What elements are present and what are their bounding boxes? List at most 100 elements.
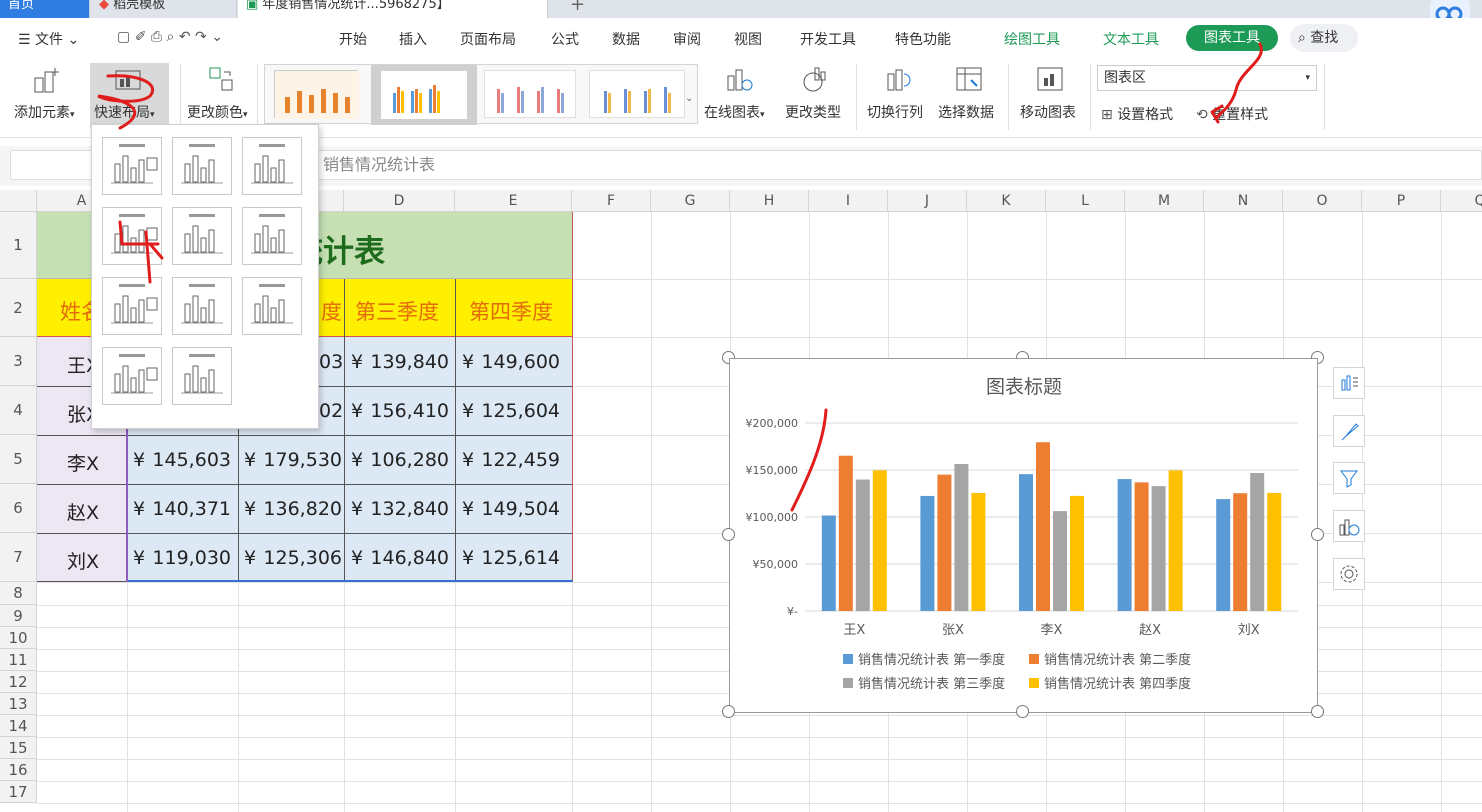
value-cell[interactable]: 139,840 (369, 351, 449, 373)
value-cell[interactable]: 145,603 (151, 449, 231, 471)
menu-formula[interactable]: 公式 (551, 29, 579, 49)
change-type-button[interactable]: 更改类型 (785, 102, 841, 122)
row-header-8[interactable]: 8 (0, 582, 37, 605)
undo-icon[interactable]: ↶ (179, 29, 191, 45)
gallery-more-icon[interactable]: ⌄ (685, 93, 693, 104)
select-all-corner[interactable] (0, 190, 37, 212)
online-chart-side-button[interactable] (1333, 510, 1365, 542)
chart-title[interactable]: 图表标题 (986, 376, 1062, 398)
print-icon[interactable]: ⎙ (151, 29, 162, 45)
add-element-button[interactable]: 添加元素▾ (14, 102, 75, 122)
value-cell[interactable]: 149,600 (480, 351, 560, 373)
header-q2-cell[interactable]: 度 (321, 296, 342, 326)
quick-layout-dropdown[interactable] (91, 124, 319, 429)
bar[interactable] (1019, 474, 1033, 611)
layout-option-3[interactable] (242, 137, 302, 195)
print-preview-icon[interactable]: ⌕ (167, 29, 175, 45)
quick-access-icons[interactable]: ▢ ✐ ⎙ ⌕ ↶ ↷ ⌄ (117, 29, 223, 45)
row-header-16[interactable]: 16 (0, 759, 37, 781)
bar[interactable] (872, 470, 887, 611)
header-q4-cell[interactable]: 第四季度 (469, 296, 553, 326)
column-header-q[interactable]: Q (1441, 190, 1482, 212)
legend-entry[interactable]: 销售情况统计表 第四季度 (1044, 676, 1191, 692)
menu-insert[interactable]: 插入 (399, 29, 427, 49)
row-header-5[interactable]: 5 (0, 435, 37, 484)
column-header-g[interactable]: G (651, 190, 730, 212)
row-header-12[interactable]: 12 (0, 671, 37, 693)
column-header-d[interactable]: D (344, 190, 455, 212)
bar[interactable] (1233, 493, 1248, 611)
value-cell[interactable]: 122,459 (480, 449, 560, 471)
menu-data[interactable]: 数据 (612, 29, 640, 49)
bar[interactable] (1053, 511, 1067, 611)
column-header-h[interactable]: H (730, 190, 809, 212)
search-box[interactable]: ⌕ 查找 (1290, 24, 1358, 52)
column-header-j[interactable]: J (888, 190, 967, 212)
tab-docer[interactable]: ◆ 稻壳模板 (91, 0, 237, 18)
column-header-m[interactable]: M (1125, 190, 1204, 212)
row-header-13[interactable]: 13 (0, 693, 37, 715)
row-header-6[interactable]: 6 (0, 484, 37, 533)
layout-option-8[interactable] (172, 277, 232, 335)
row-header-17[interactable]: 17 (0, 781, 37, 803)
save-icon[interactable]: ▢ (117, 29, 130, 45)
column-header-l[interactable]: L (1046, 190, 1125, 212)
row-header-3[interactable]: 3 (0, 337, 37, 386)
chart-style-2[interactable] (371, 65, 477, 125)
layout-option-10[interactable] (102, 347, 162, 405)
row-header-15[interactable]: 15 (0, 737, 37, 759)
value-cell[interactable]: 106,280 (369, 449, 449, 471)
value-cell[interactable]: 125,614 (480, 547, 560, 569)
new-tab-icon[interactable]: + (570, 0, 585, 15)
switch-row-col-button[interactable]: 切换行列 (867, 102, 923, 122)
bar[interactable] (1070, 495, 1084, 611)
menu-view[interactable]: 视图 (734, 29, 762, 49)
value-cell[interactable]: 156,410 (369, 400, 449, 422)
set-format-button[interactable]: ⊞ 设置格式 (1101, 104, 1173, 124)
layout-option-4[interactable] (102, 207, 162, 265)
row-header-11[interactable]: 11 (0, 649, 37, 671)
name-cell[interactable]: 赵X (67, 498, 99, 525)
menu-review[interactable]: 审阅 (673, 29, 701, 49)
formula-input[interactable]: 销售情况统计表 (310, 150, 1482, 180)
value-cell[interactable]: 02 (319, 400, 343, 422)
layout-option-7[interactable] (102, 277, 162, 335)
layout-option-5[interactable] (172, 207, 232, 265)
row-header-4[interactable]: 4 (0, 386, 37, 435)
menu-developer[interactable]: 开发工具 (800, 29, 856, 49)
bar[interactable] (920, 495, 935, 611)
more-icon[interactable]: ⌄ (211, 29, 223, 45)
redo-icon[interactable]: ↷ (195, 29, 207, 45)
bar[interactable] (954, 463, 969, 611)
menu-special[interactable]: 特色功能 (895, 29, 951, 49)
bar[interactable] (1267, 492, 1282, 611)
resize-handle[interactable] (722, 705, 735, 718)
value-cell[interactable]: 125,604 (480, 400, 560, 422)
row-header-2[interactable]: 2 (0, 279, 37, 337)
value-cell[interactable]: 146,840 (369, 547, 449, 569)
legend-entry[interactable]: 销售情况统计表 第三季度 (858, 676, 1005, 692)
chart-area[interactable]: 图表标题 ¥- ¥50,000 ¥100,000 ¥150,000 ¥200,000 王X… (729, 358, 1318, 713)
bar[interactable] (1250, 472, 1265, 611)
legend-entry[interactable]: 销售情况统计表 第一季度 (858, 652, 1005, 668)
value-cell[interactable]: 125,306 (262, 547, 342, 569)
bar[interactable] (855, 479, 870, 611)
column-header-k[interactable]: K (967, 190, 1046, 212)
layout-option-11[interactable] (172, 347, 232, 405)
move-chart-button[interactable]: 移动图表 (1020, 102, 1076, 122)
layout-option-9[interactable] (242, 277, 302, 335)
layout-option-1[interactable] (102, 137, 162, 195)
chart-style-gallery[interactable]: ⌄ (264, 64, 698, 125)
row-header-1[interactable]: 1 (0, 212, 37, 279)
bar[interactable] (937, 474, 952, 611)
value-cell[interactable]: 03 (319, 351, 343, 373)
value-cell[interactable]: 140,371 (151, 498, 231, 520)
resize-handle[interactable] (722, 528, 735, 541)
value-cell[interactable]: 136,820 (262, 498, 342, 520)
resize-handle[interactable] (1016, 705, 1029, 718)
change-color-button[interactable]: 更改颜色▾ (187, 102, 248, 122)
select-data-button[interactable]: 选择数据 (938, 102, 994, 122)
menu-page-layout[interactable]: 页面布局 (460, 29, 516, 49)
menu-text-tools[interactable]: 文本工具 (1103, 29, 1159, 49)
row-header-10[interactable]: 10 (0, 627, 37, 649)
